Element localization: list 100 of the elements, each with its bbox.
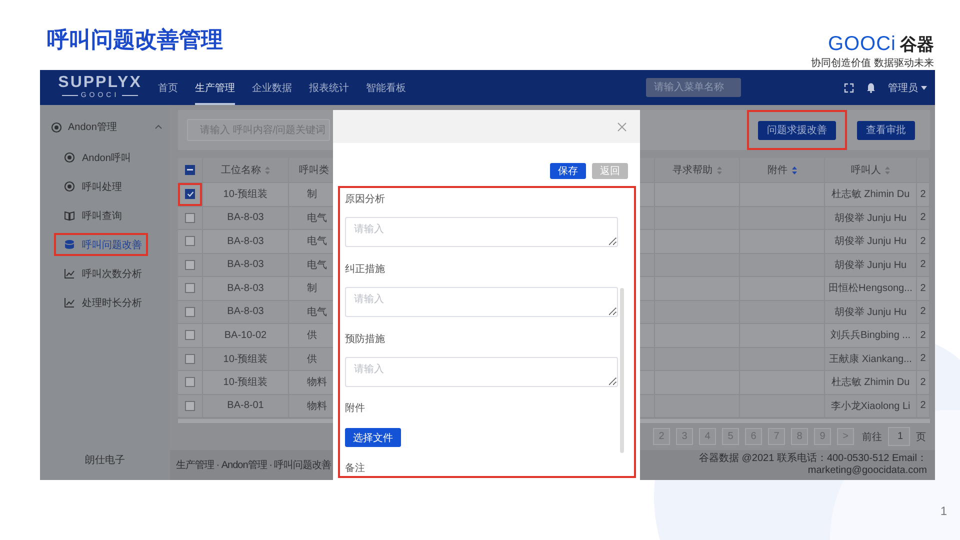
column-header: 附件 <box>768 164 788 177</box>
menu-search-field[interactable]: 请输入菜单名称 <box>646 78 741 97</box>
table-cell: 2 <box>920 376 926 388</box>
field-label: 备注 <box>345 462 366 476</box>
text-area-field[interactable]: 请输入 <box>345 287 618 317</box>
page-unit-label: 页 <box>916 430 926 444</box>
row-checkbox[interactable] <box>185 283 195 294</box>
line-chart-icon <box>64 297 75 308</box>
table-cell-text: 供 <box>307 329 317 342</box>
table-cell-text: 胡俊举 Junju Hu <box>834 212 907 225</box>
row-checkbox[interactable] <box>185 260 195 270</box>
line-chart-icon <box>64 268 75 279</box>
column-header: 工位名称 <box>221 164 261 177</box>
nav-tab[interactable]: 企业数据 <box>252 70 292 105</box>
sidebar-item-label: 呼叫查询 <box>82 210 122 222</box>
row-checkbox[interactable] <box>185 330 195 340</box>
table-cell-text: 制 <box>307 188 317 202</box>
table-cell: 2 <box>920 259 926 270</box>
table-cell-text: 李小龙Xiaolong Li <box>830 400 910 413</box>
row-checkbox[interactable] <box>185 212 195 223</box>
sidebar-item[interactable]: 呼叫处理 <box>54 175 148 198</box>
choose-file-button[interactable]: 选择文件 <box>345 428 401 447</box>
table-cell-text: 胡俊举 Junju Hu <box>834 306 907 319</box>
table-cell-text: 刘兵兵Bingbing ... <box>830 328 911 342</box>
text-area-field[interactable]: 请输入 <box>345 217 618 247</box>
brand-tagline: 协同创造价值 数据驱动未来 <box>811 58 934 70</box>
table-cell-text: 杜志敏 Zhimin Du <box>831 188 910 202</box>
table-cell-text: 田恒松Hengsong... <box>828 282 912 296</box>
bell-icon <box>866 82 876 93</box>
field-label: 附件 <box>345 402 366 416</box>
table-cell: 2 <box>920 400 926 412</box>
table-cell-text: 电气 <box>307 306 327 319</box>
sidebar-item[interactable]: 呼叫次数分析 <box>54 262 148 285</box>
column-header: 呼叫人 <box>851 164 881 177</box>
nav-tab[interactable]: 智能看板 <box>366 70 406 105</box>
brand-name: 谷器 <box>900 34 934 56</box>
field-label: 原因分析 <box>345 193 386 207</box>
brand-logo: GOOCi <box>828 33 896 55</box>
table-cell: 2 <box>920 330 926 341</box>
page-jump-field[interactable]: 1 <box>888 427 910 446</box>
action-button[interactable]: 查看审批 <box>857 120 915 140</box>
book-icon <box>64 210 75 221</box>
table-cell: BA-8-03 <box>227 306 264 318</box>
sidebar-item-label: 处理时长分析 <box>82 296 142 310</box>
table-cell-text: 10-预组装 <box>223 188 268 202</box>
table-cell: 2 <box>920 212 926 224</box>
table-cell-text: 物料 <box>307 376 327 390</box>
table-cell: BA-8-03 <box>227 212 264 224</box>
table-cell-text: 胡俊举 Junju Hu <box>834 258 907 272</box>
table-cell-text: 电气 <box>307 234 327 248</box>
table-cell: BA-10-02 <box>224 330 267 341</box>
table-cell-text: 王献康 Xiankang... <box>829 352 912 366</box>
breadcrumb: 生产管理 · Andon管理 · 呼叫问题改善 <box>176 458 332 472</box>
table-cell: 2 <box>920 188 926 200</box>
table-cell-text: 杜志敏 Zhimin Du <box>831 376 910 390</box>
row-checkbox[interactable] <box>185 354 195 364</box>
field-label: 预防措施 <box>345 333 386 347</box>
sidebar-item-label: 呼叫次数分析 <box>82 268 142 280</box>
table-cell-text: 物料 <box>307 400 327 413</box>
copyright-text: 谷器数据 @2021 联系电话：400-0530-512 Email：marketing@goocidata.com <box>698 453 927 477</box>
caret-icon <box>921 86 927 90</box>
jump-label: 前往 <box>862 430 882 444</box>
table-cell-text: 制 <box>307 282 317 296</box>
user-menu[interactable]: 管理员 <box>888 80 918 94</box>
nav-tab[interactable]: 首页 <box>158 70 178 105</box>
target-icon <box>64 152 75 163</box>
dash-icon <box>187 169 193 171</box>
company-name: 朗仕电子 <box>85 455 125 466</box>
sidebar-item[interactable]: 呼叫问题改善 <box>54 233 148 256</box>
row-checkbox[interactable] <box>185 377 195 388</box>
table-cell-text: 电气 <box>307 258 327 272</box>
menu-group[interactable]: Andon管理 <box>68 120 149 134</box>
sidebar-item[interactable]: 呼叫查询 <box>54 204 148 227</box>
save-button[interactable]: 保存 <box>550 163 586 179</box>
table-cell: 2 <box>920 306 926 318</box>
database-icon <box>64 239 75 250</box>
select-all-checkbox[interactable] <box>185 165 195 175</box>
row-checkbox[interactable] <box>185 189 195 200</box>
fullscreen-icon <box>844 82 854 92</box>
row-checkbox[interactable] <box>185 400 195 411</box>
check-icon <box>186 191 194 198</box>
table-cell: 2 <box>920 282 926 294</box>
page-number: 1 <box>940 504 947 518</box>
sidebar-item[interactable]: Andon呼叫 <box>54 146 148 169</box>
table-cell: 2 <box>920 353 926 364</box>
sidebar-item-label: Andon呼叫 <box>82 152 131 164</box>
slide-title: 呼叫问题改善管理 <box>47 26 223 54</box>
sidebar-item[interactable]: 处理时长分析 <box>54 291 148 314</box>
app-logo: SUPPLYX <box>58 75 142 91</box>
row-checkbox[interactable] <box>185 306 195 317</box>
table-cell-text: 电气 <box>307 212 327 225</box>
text-area-field[interactable]: 请输入 <box>345 357 618 387</box>
row-checkbox[interactable] <box>185 236 195 246</box>
sidebar-item-label: 呼叫问题改善 <box>82 238 142 252</box>
column-header: 呼叫类 <box>299 164 329 177</box>
nav-tab[interactable]: 报表统计 <box>309 70 349 105</box>
action-button[interactable]: 问题求援改善 <box>758 120 836 140</box>
table-cell-text: 10-预组装 <box>223 352 268 366</box>
target-icon <box>51 122 62 132</box>
sidebar-item-label: 呼叫处理 <box>82 180 122 194</box>
